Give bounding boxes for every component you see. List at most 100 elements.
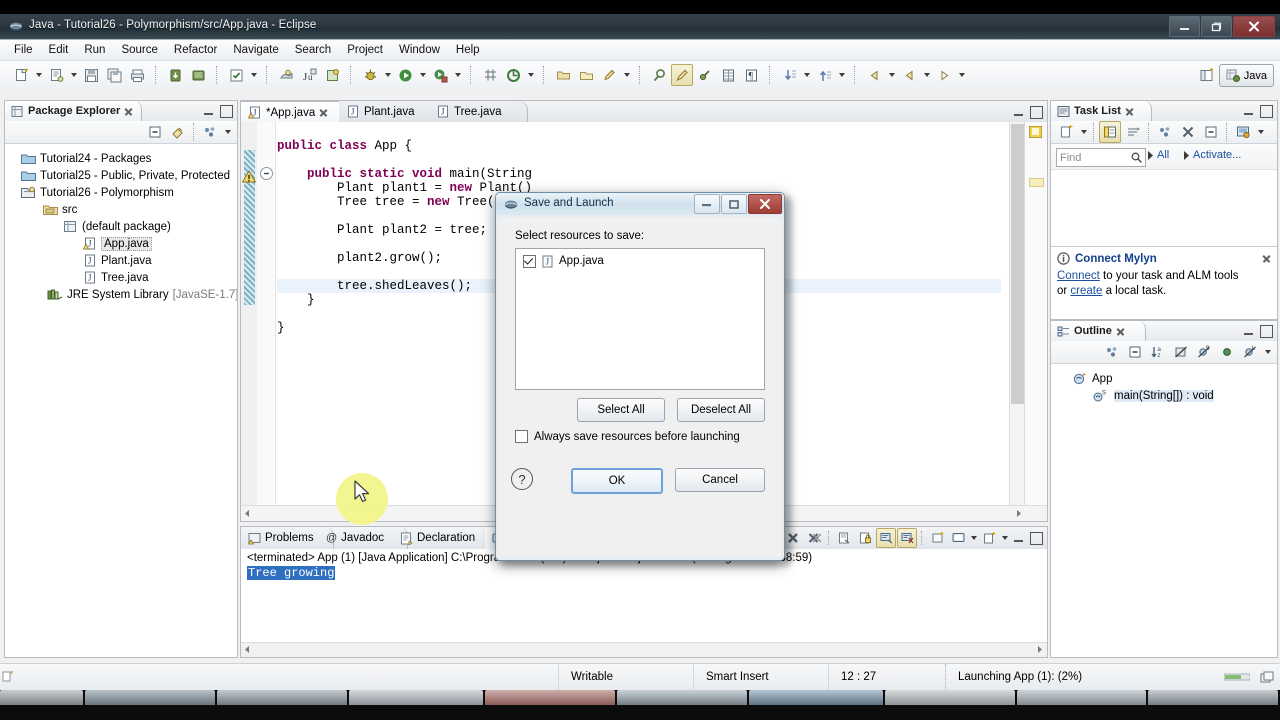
hide-fields-icon[interactable] (1170, 341, 1192, 363)
export-icon[interactable] (164, 64, 186, 86)
collapse-all-icon[interactable] (1124, 341, 1146, 363)
close-button[interactable] (1233, 16, 1275, 37)
search-icon[interactable] (1131, 152, 1142, 163)
delete-icon[interactable] (1177, 121, 1199, 143)
sort-icon[interactable]: az (1147, 341, 1169, 363)
menu-file[interactable]: File (6, 42, 41, 58)
new-java-project-dropdown-icon[interactable] (68, 65, 79, 85)
menu-source[interactable]: Source (113, 42, 165, 58)
dialog-close-button[interactable] (748, 194, 782, 214)
warning-marker-icon[interactable] (242, 170, 256, 186)
back-icon[interactable] (863, 64, 885, 86)
open-console-dropdown-icon[interactable] (1000, 529, 1009, 547)
menu-navigate[interactable]: Navigate (225, 42, 286, 58)
minimize-icon[interactable] (1243, 326, 1254, 337)
new-wizard-dropdown-icon[interactable] (33, 65, 44, 85)
taskbar-item[interactable] (217, 690, 347, 705)
annotation-overview-icon[interactable] (1029, 178, 1044, 187)
search-icon[interactable] (648, 64, 670, 86)
tree-item-jre-system-library[interactable]: JRE System Library [JavaSE-1.7] (5, 286, 237, 303)
open-type-dropdown-icon[interactable] (525, 65, 536, 85)
highlight-icon[interactable] (671, 64, 693, 86)
open-perspective-icon[interactable] (1197, 65, 1217, 86)
show-console-on-output-icon[interactable] (876, 528, 896, 548)
open-task-icon[interactable] (575, 64, 597, 86)
new-wizard-icon[interactable] (10, 64, 32, 86)
tab-declaration[interactable]: Declaration (393, 527, 500, 549)
tab-outline[interactable]: Outline (1051, 321, 1146, 341)
tree-item-app-java[interactable]: J App.java (5, 235, 237, 252)
editor-annotation-ruler[interactable] (241, 122, 258, 521)
external-tools-icon[interactable] (429, 64, 451, 86)
save-icon[interactable] (80, 64, 102, 86)
menu-search[interactable]: Search (287, 42, 339, 58)
hide-non-public-icon[interactable] (1216, 341, 1238, 363)
dialog-maximize-button[interactable] (721, 194, 747, 214)
debug-icon[interactable] (359, 64, 381, 86)
dialog-minimize-button[interactable] (694, 194, 720, 214)
editor-tab-app-java[interactable]: J *App.java (241, 101, 354, 123)
clear-console-icon[interactable] (834, 528, 854, 548)
resource-list[interactable]: J App.java (515, 248, 765, 390)
open-console-icon[interactable] (979, 528, 999, 548)
cancel-button[interactable]: Cancel (675, 468, 765, 492)
always-save-checkbox[interactable] (515, 430, 528, 443)
taskbar-item[interactable] (349, 690, 483, 705)
forward-icon[interactable] (933, 64, 955, 86)
link-with-editor-icon[interactable] (167, 121, 189, 143)
open-type-icon[interactable] (502, 64, 524, 86)
tree-item-src[interactable]: src (5, 201, 237, 218)
console-horizontal-scrollbar[interactable] (241, 642, 1047, 657)
new-junit-test-icon[interactable]: Ju (298, 64, 320, 86)
mylyn-create-link[interactable]: create (1070, 285, 1102, 297)
background-jobs-icon[interactable] (1254, 671, 1280, 684)
previous-annotation-dropdown-icon[interactable] (836, 65, 847, 85)
build-all-dropdown-icon[interactable] (248, 65, 259, 85)
menu-run[interactable]: Run (76, 42, 113, 58)
taskbar-item[interactable] (1017, 690, 1147, 705)
tree-item-plant-java[interactable]: J Plant.java (5, 252, 237, 269)
open-folder-icon[interactable] (552, 64, 574, 86)
run-icon[interactable] (394, 64, 416, 86)
tree-item-default-package[interactable]: (default package) (5, 218, 237, 235)
taskbar-item[interactable] (485, 690, 615, 705)
view-menu-icon[interactable] (199, 121, 221, 143)
minimize-icon[interactable] (203, 106, 214, 117)
fold-collapse-icon[interactable] (260, 167, 273, 180)
forward-back-dropdown-icon[interactable] (921, 65, 932, 85)
save-all-icon[interactable] (103, 64, 125, 86)
run-dropdown-icon[interactable] (417, 65, 428, 85)
taskbar-item[interactable] (885, 690, 1015, 705)
new-java-project-icon[interactable] (45, 64, 67, 86)
outline-item-app[interactable]: App (1051, 370, 1277, 387)
view-menu-icon[interactable] (1262, 342, 1273, 362)
maximize-icon[interactable] (1030, 106, 1043, 119)
remove-all-terminated-icon[interactable] (804, 528, 824, 548)
resource-checkbox[interactable] (523, 255, 536, 268)
debug-dropdown-icon[interactable] (382, 65, 393, 85)
minimize-icon[interactable] (1013, 533, 1024, 544)
paragraph-icon[interactable]: ¶ (740, 64, 762, 86)
tree-item-tree-java[interactable]: J Tree.java (5, 269, 237, 286)
table-icon[interactable] (717, 64, 739, 86)
deselect-all-button[interactable]: Deselect All (677, 398, 765, 422)
taskbar-item[interactable] (85, 690, 215, 705)
display-selected-console-icon[interactable] (948, 528, 968, 548)
perspective-java-button[interactable]: Java (1219, 64, 1274, 87)
external-tools-dropdown-icon[interactable] (452, 65, 463, 85)
always-save-row[interactable]: Always save resources before launching (515, 430, 740, 443)
next-annotation-icon[interactable] (778, 64, 800, 86)
tree-item-tutorial26[interactable]: Tutorial26 - Polymorphism (5, 184, 237, 201)
new-java-element-icon[interactable] (479, 64, 501, 86)
minimize-button[interactable] (1169, 16, 1200, 37)
menu-window[interactable]: Window (391, 42, 448, 58)
task-list-body[interactable]: Find All Activate... (1051, 144, 1277, 319)
restore-button[interactable] (1201, 16, 1232, 37)
menu-refactor[interactable]: Refactor (166, 42, 225, 58)
minimize-icon[interactable] (1243, 106, 1254, 117)
menu-project[interactable]: Project (339, 42, 391, 58)
outline-body[interactable]: App S main(String[]) : void (1051, 364, 1277, 657)
hide-static-icon[interactable]: S (1193, 341, 1215, 363)
task-repository-icon[interactable] (1232, 121, 1254, 143)
focus-on-active-task-icon[interactable] (1101, 341, 1123, 363)
